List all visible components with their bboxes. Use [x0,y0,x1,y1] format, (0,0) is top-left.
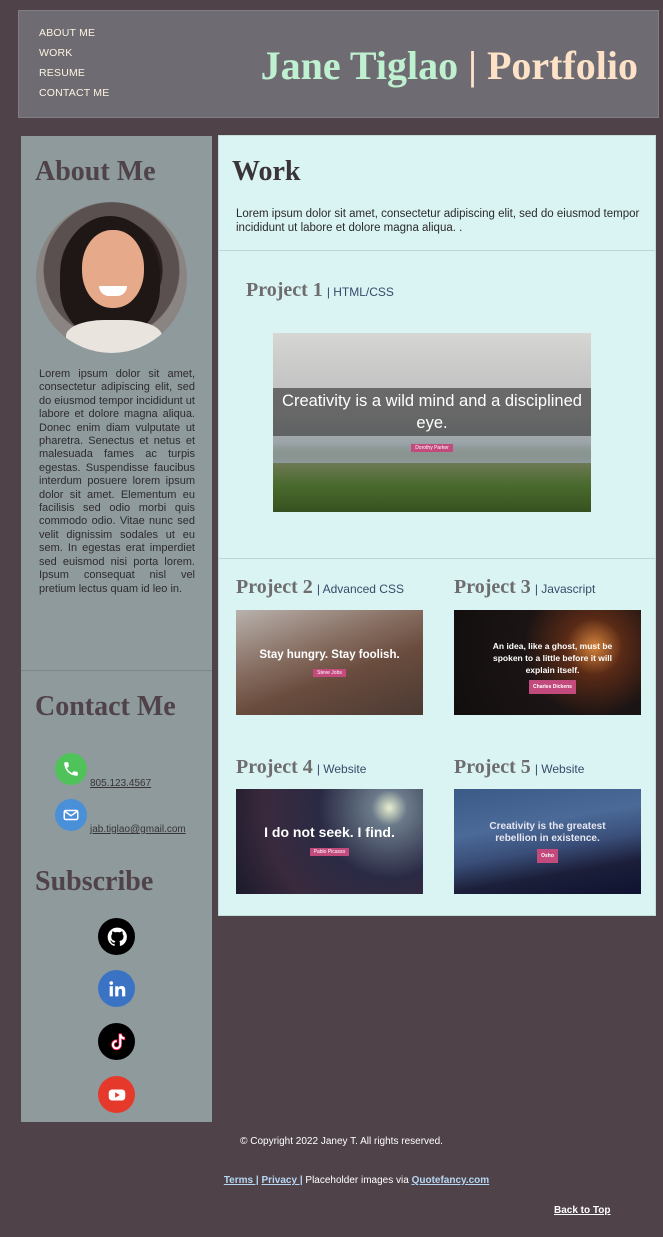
project-tech[interactable]: | Website [317,762,367,776]
about-heading: About Me [35,156,156,187]
project-1-author: Dorothy Parker [411,444,453,452]
avatar [36,202,187,353]
work-section: Work Lorem ipsum dolor sit amet, consect… [218,135,656,916]
site-title-name: Jane Tiglao [260,43,459,88]
project-5-thumbnail[interactable]: Creativity is the greatest rebellion in … [454,789,641,894]
tiktok-icon[interactable] [98,1023,135,1060]
copyright: © Copyright 2022 Janey T. All rights res… [240,1136,443,1147]
project-5-quote: Creativity is the greatest rebellion in … [489,821,606,844]
project-5-author: Osho [537,849,558,863]
project-name: Project 3 [454,576,531,598]
project-name: Project 1 [246,279,323,301]
subscribe-heading: Subscribe [35,866,154,897]
about-text: Lorem ipsum dolor sit amet, consectetur … [39,368,195,595]
project-2-title: Project 2 | Advanced CSS [236,576,404,599]
project-1-thumbnail[interactable]: Creativity is a wild mind and a discipli… [273,333,591,512]
work-divider [219,250,655,251]
site-title-suffix: Portfolio [486,43,638,88]
work-heading: Work [232,156,301,187]
project-3-thumbnail[interactable]: An idea, like a ghost, must be spoken to… [454,610,641,715]
nav-item-work[interactable]: WORK [39,43,109,63]
project-name: Project 4 [236,756,313,778]
github-icon[interactable] [98,918,135,955]
footer-links: Terms | Privacy | Placeholder images via… [0,1175,663,1186]
project-4-quote: I do not seek. I find. [264,824,395,840]
email-link[interactable]: jab.tiglao@gmail.com [90,824,186,835]
linkedin-icon[interactable] [98,970,135,1007]
project-2-thumbnail[interactable]: Stay hungry. Stay foolish. Steve Jobs [236,610,423,715]
nav-item-contact-me[interactable]: CONTACT ME [39,83,109,103]
site-title-separator: | [458,43,487,88]
project-3-author: Charles Dickens [529,680,576,694]
site-title: Jane Tiglao | Portfolio [261,43,638,89]
phone-contact: 805.123.4567 [55,753,151,789]
project-name: Project 5 [454,756,531,778]
work-intro: Lorem ipsum dolor sit amet, consectetur … [236,208,640,234]
project-tech[interactable]: | Advanced CSS [317,582,404,596]
terms-link[interactable]: Terms | [224,1175,259,1186]
quotefancy-link[interactable]: Quotefancy.com [412,1175,490,1186]
project-tech[interactable]: | HTML/CSS [327,285,394,299]
project-1-title: Project 1 | HTML/CSS [246,279,394,302]
site-header: ABOUT ME WORK RESUME CONTACT ME Jane Tig… [18,10,659,118]
email-icon [55,799,87,831]
project-5-title: Project 5 | Website [454,756,584,779]
sidebar-divider [21,670,212,671]
youtube-icon[interactable] [98,1076,135,1113]
project-4-thumbnail[interactable]: I do not seek. I find. Pablo Picasso [236,789,423,894]
back-to-top-link[interactable]: Back to Top [554,1205,610,1216]
project-4-author: Pablo Picasso [309,848,350,856]
contact-heading: Contact Me [35,691,176,722]
project-2-author: Steve Jobs [313,669,346,677]
sidebar: About Me Lorem ipsum dolor sit amet, con… [21,136,212,1122]
project-name: Project 2 [236,576,313,598]
project-3-quote: An idea, like a ghost, must be spoken to… [492,641,613,675]
phone-link[interactable]: 805.123.4567 [90,778,151,789]
project-4-title: Project 4 | Website [236,756,366,779]
main-nav: ABOUT ME WORK RESUME CONTACT ME [39,23,109,103]
project-divider [219,558,655,559]
project-2-quote: Stay hungry. Stay foolish. [259,649,400,661]
privacy-link[interactable]: Privacy | [261,1175,302,1186]
project-tech[interactable]: | Website [535,762,585,776]
phone-icon [55,753,87,785]
project-tech[interactable]: | Javascript [535,582,595,596]
project-3-title: Project 3 | Javascript [454,576,595,599]
placeholder-credit: Placeholder images via [302,1175,412,1186]
nav-item-resume[interactable]: RESUME [39,63,109,83]
project-1-quote: Creativity is a wild mind and a discipli… [273,388,591,436]
email-contact: jab.tiglao@gmail.com [55,799,186,835]
nav-item-about-me[interactable]: ABOUT ME [39,23,109,43]
